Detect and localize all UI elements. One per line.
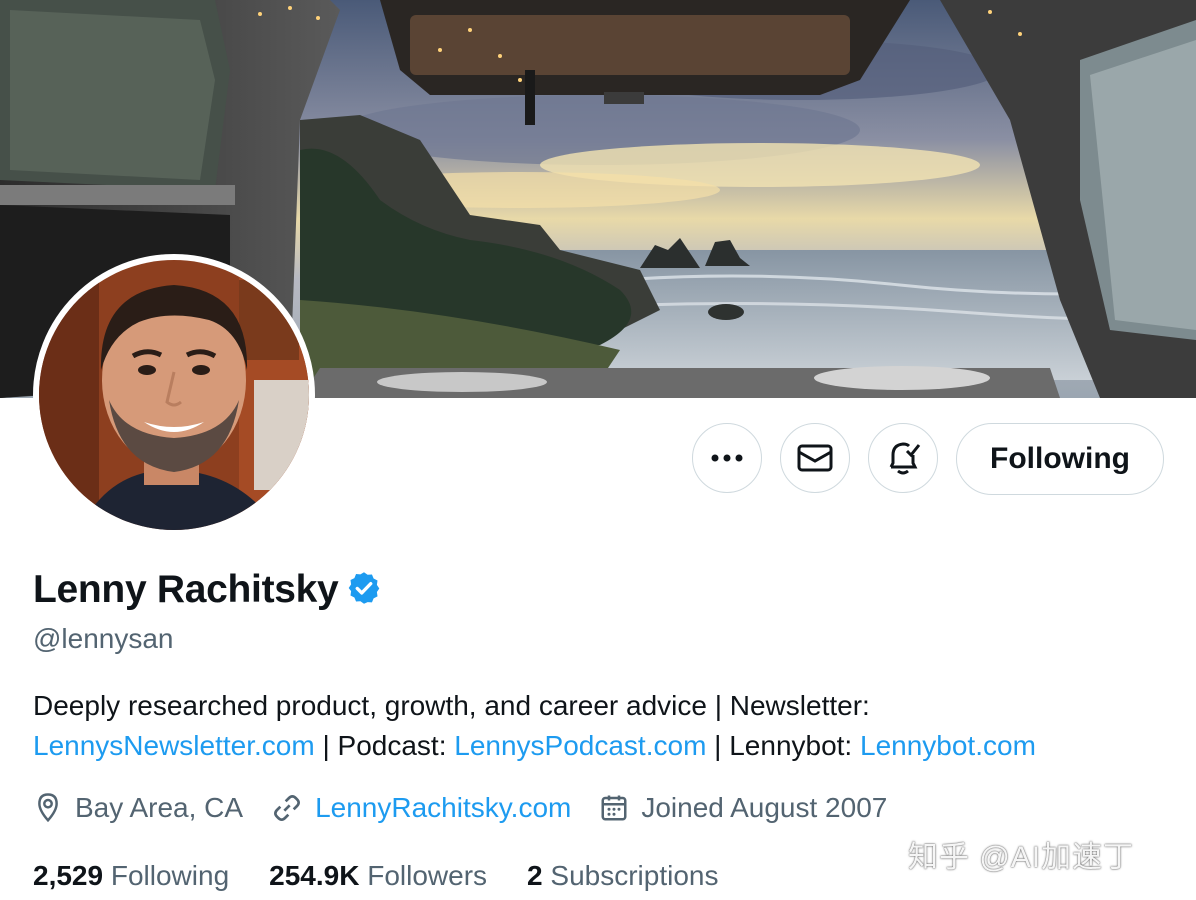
website-item: LennyRachitsky.com [271, 792, 571, 824]
joined-text: Joined August 2007 [641, 792, 888, 823]
website-link[interactable]: LennyRachitsky.com [315, 792, 571, 824]
subscriptions-stat[interactable]: 2 Subscriptions [527, 860, 718, 892]
following-stat[interactable]: 2,529 Following [33, 860, 229, 892]
profile-name-row: Lenny Rachitsky [33, 568, 382, 612]
bio-separator-lennybot: | Lennybot: [706, 730, 860, 761]
avatar-image [39, 260, 309, 530]
message-button[interactable] [780, 423, 850, 493]
subscriptions-label: Subscriptions [550, 860, 719, 891]
link-icon [274, 795, 301, 821]
bio-line-2: LennysNewsletter.com | Podcast: LennysPo… [33, 726, 1173, 766]
more-icon [711, 454, 743, 462]
lennybot-link[interactable]: Lennybot.com [860, 730, 1036, 761]
bio-separator-podcast: | Podcast: [314, 730, 455, 761]
profile-handle: @lennysan [33, 623, 174, 654]
profile-avatar[interactable] [33, 254, 315, 536]
following-button-label: Following [990, 442, 1130, 475]
location-text: Bay Area, CA [75, 792, 244, 823]
joined-item: Joined August 2007 [599, 792, 887, 824]
following-count: 2,529 [33, 860, 104, 891]
subscriptions-count: 2 [527, 860, 543, 891]
location-item: Bay Area, CA [33, 792, 243, 824]
notifications-button[interactable] [868, 423, 938, 493]
followers-label: Followers [367, 860, 488, 891]
following-button[interactable]: Following [956, 423, 1164, 495]
newsletter-link[interactable]: LennysNewsletter.com [33, 730, 315, 761]
mail-icon [797, 444, 833, 472]
watermark: 知乎 @AI加速丁 [908, 841, 1135, 874]
profile-bio: Deeply researched product, growth, and c… [33, 686, 1173, 766]
podcast-link[interactable]: LennysPodcast.com [454, 730, 706, 761]
calendar-icon [601, 795, 627, 821]
profile-stats: 2,529 Following 254.9K Followers 2 Subsc… [33, 860, 758, 892]
profile-name: Lenny Rachitsky [33, 568, 339, 611]
bell-check-icon [889, 442, 921, 475]
bio-line-1: Deeply researched product, growth, and c… [33, 690, 870, 721]
verified-badge-icon[interactable] [346, 570, 382, 611]
followers-stat[interactable]: 254.9K Followers [269, 860, 487, 892]
followers-count: 254.9K [269, 860, 360, 891]
profile-meta: Bay Area, CA LennyRachitsky.com Joined A… [33, 792, 915, 824]
location-pin-icon [38, 793, 58, 823]
more-button[interactable] [692, 423, 762, 493]
following-label: Following [110, 860, 230, 891]
